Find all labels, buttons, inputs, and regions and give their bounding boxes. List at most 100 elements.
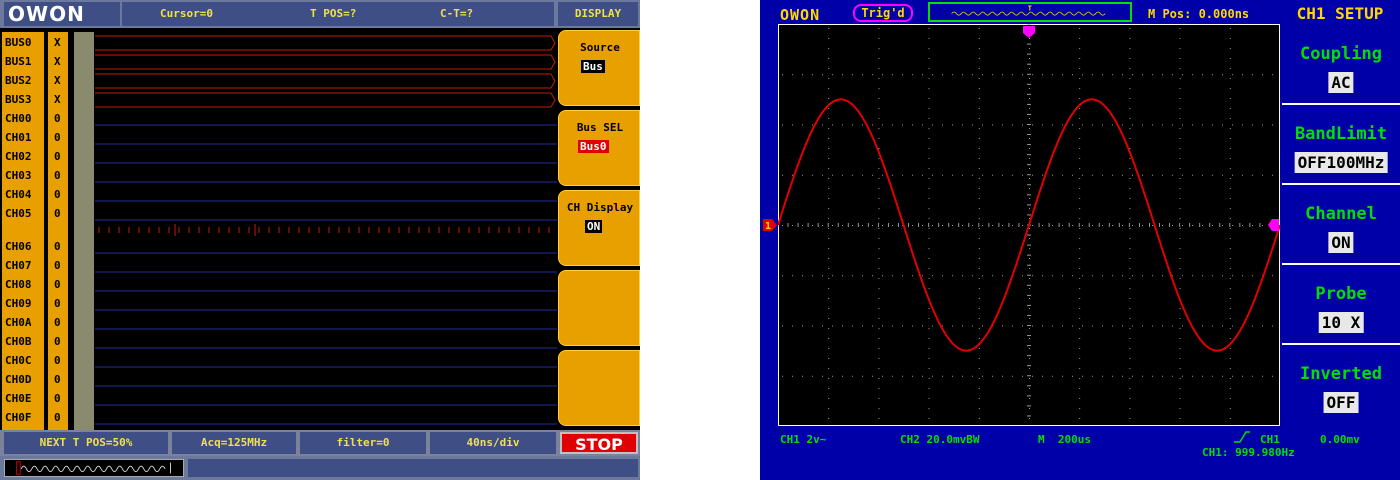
la-footer: [0, 456, 640, 480]
grid-dot: [1079, 128, 1081, 129]
grid-dot: [962, 174, 963, 176]
grid-dot: [928, 258, 930, 259]
grid-dot: [1012, 225, 1013, 226]
grid-dot: [1202, 174, 1203, 176]
grid-dot: [1242, 225, 1243, 226]
grid-dot: [962, 124, 963, 126]
grid-dot: [872, 124, 873, 126]
grid-dot: [1182, 275, 1183, 277]
grid-dot: [1182, 124, 1183, 126]
la-menu-bus-sel[interactable]: Bus SEL Bus0: [558, 110, 640, 186]
grid-dot: [828, 158, 830, 159]
grid-dot: [1202, 375, 1203, 377]
la-menu-source[interactable]: Source Bus: [558, 30, 640, 106]
grid-dot: [1162, 74, 1163, 76]
grid-dot: [1129, 278, 1131, 279]
grid-dot: [1272, 74, 1273, 76]
grid-dot: [878, 28, 880, 29]
grid-dot: [1179, 368, 1181, 369]
grid-dot: [1029, 328, 1030, 329]
grid-dot: [932, 325, 933, 327]
grid-dot: [1192, 74, 1193, 76]
grid-dot: [1052, 325, 1053, 327]
channel-label: CH09: [5, 297, 32, 310]
grid-dot: [1142, 325, 1143, 327]
channel-value: X: [54, 93, 61, 106]
grid-dot: [1242, 375, 1243, 377]
grid-dot: [1092, 375, 1093, 377]
grid-dot: [1212, 74, 1213, 76]
grid-dot: [862, 174, 863, 176]
coupling-menu[interactable]: Coupling AC: [1282, 26, 1400, 104]
grid-dot: [1029, 48, 1030, 49]
m-pos-readout: M Pos: 0.000ns: [1148, 7, 1250, 21]
timebase-status: 40ns/div: [430, 432, 556, 454]
grid-dot: [1012, 74, 1013, 76]
grid-dot: [1229, 308, 1231, 309]
grid-dot: [878, 108, 880, 109]
channel-label: CH03: [5, 169, 32, 182]
probe-menu[interactable]: Probe 10 X: [1282, 266, 1400, 344]
grid-dot: [1229, 128, 1231, 129]
grid-dot: [1229, 58, 1231, 59]
grid-dot: [1242, 275, 1243, 277]
channel-value: 0: [54, 150, 61, 163]
stop-button[interactable]: STOP: [560, 432, 638, 454]
channel-value: 0: [54, 316, 61, 329]
grid-dot: [872, 225, 873, 226]
grid-dot: [1129, 308, 1131, 309]
grid-dot: [828, 408, 830, 409]
la-menu-empty-1[interactable]: [558, 270, 640, 346]
grid-dot: [1229, 228, 1231, 229]
grid-dot: [978, 318, 980, 319]
grid-dot: [1252, 124, 1253, 126]
grid-dot: [1172, 124, 1173, 126]
grid-dot: [828, 28, 830, 29]
grid-dot: [1072, 325, 1073, 327]
grid-dot: [878, 408, 880, 409]
grid-dot: [1179, 378, 1181, 379]
channel-value: 0: [54, 278, 61, 291]
osc-menu-title: CH1 SETUP: [1296, 4, 1384, 23]
grid-dot: [1002, 74, 1003, 76]
grid-dot: [928, 408, 930, 409]
grid-dot: [852, 225, 853, 226]
grid-dot: [1022, 174, 1023, 176]
grid-dot: [878, 288, 880, 289]
grid-dot: [828, 218, 830, 219]
grid-dot: [1082, 375, 1083, 377]
bandlimit-label: BandLimit: [1294, 124, 1388, 144]
channel-menu[interactable]: Channel ON: [1282, 186, 1400, 264]
grid-dot: [1192, 375, 1193, 377]
grid-dot: [928, 188, 930, 189]
grid-dot: [1079, 358, 1081, 359]
inverted-menu[interactable]: Inverted OFF: [1282, 346, 1400, 424]
bandlimit-menu[interactable]: BandLimit OFF100MHz: [1282, 106, 1400, 184]
grid-dot: [1202, 275, 1203, 277]
la-menu-empty-2[interactable]: [558, 350, 640, 426]
grid-dot: [1132, 275, 1133, 277]
grid-dot: [1029, 168, 1030, 169]
grid-dot: [952, 74, 953, 76]
grid-dot: [932, 174, 933, 176]
grid-dot: [978, 138, 980, 139]
grid-dot: [878, 298, 880, 299]
grid-dot: [1179, 278, 1181, 279]
grid-dot: [1129, 388, 1131, 389]
grid-dot: [1142, 174, 1143, 176]
grid-dot: [828, 348, 830, 349]
memory-position-bar[interactable]: T: [928, 2, 1132, 22]
grid-dot: [1092, 325, 1093, 327]
grid-dot: [1029, 258, 1030, 259]
grid-dot: [932, 124, 933, 126]
grid-dot: [1082, 74, 1083, 76]
grid-dot: [878, 248, 880, 249]
grid-dot: [1062, 124, 1063, 126]
la-menu-ch-display[interactable]: CH Display ON: [558, 190, 640, 266]
grid-dot: [1012, 325, 1013, 327]
grid-dot: [978, 208, 980, 209]
grid-dot: [982, 325, 983, 327]
grid-dot: [978, 128, 980, 129]
grid-dot: [1179, 258, 1181, 259]
grid-dot: [832, 225, 833, 226]
